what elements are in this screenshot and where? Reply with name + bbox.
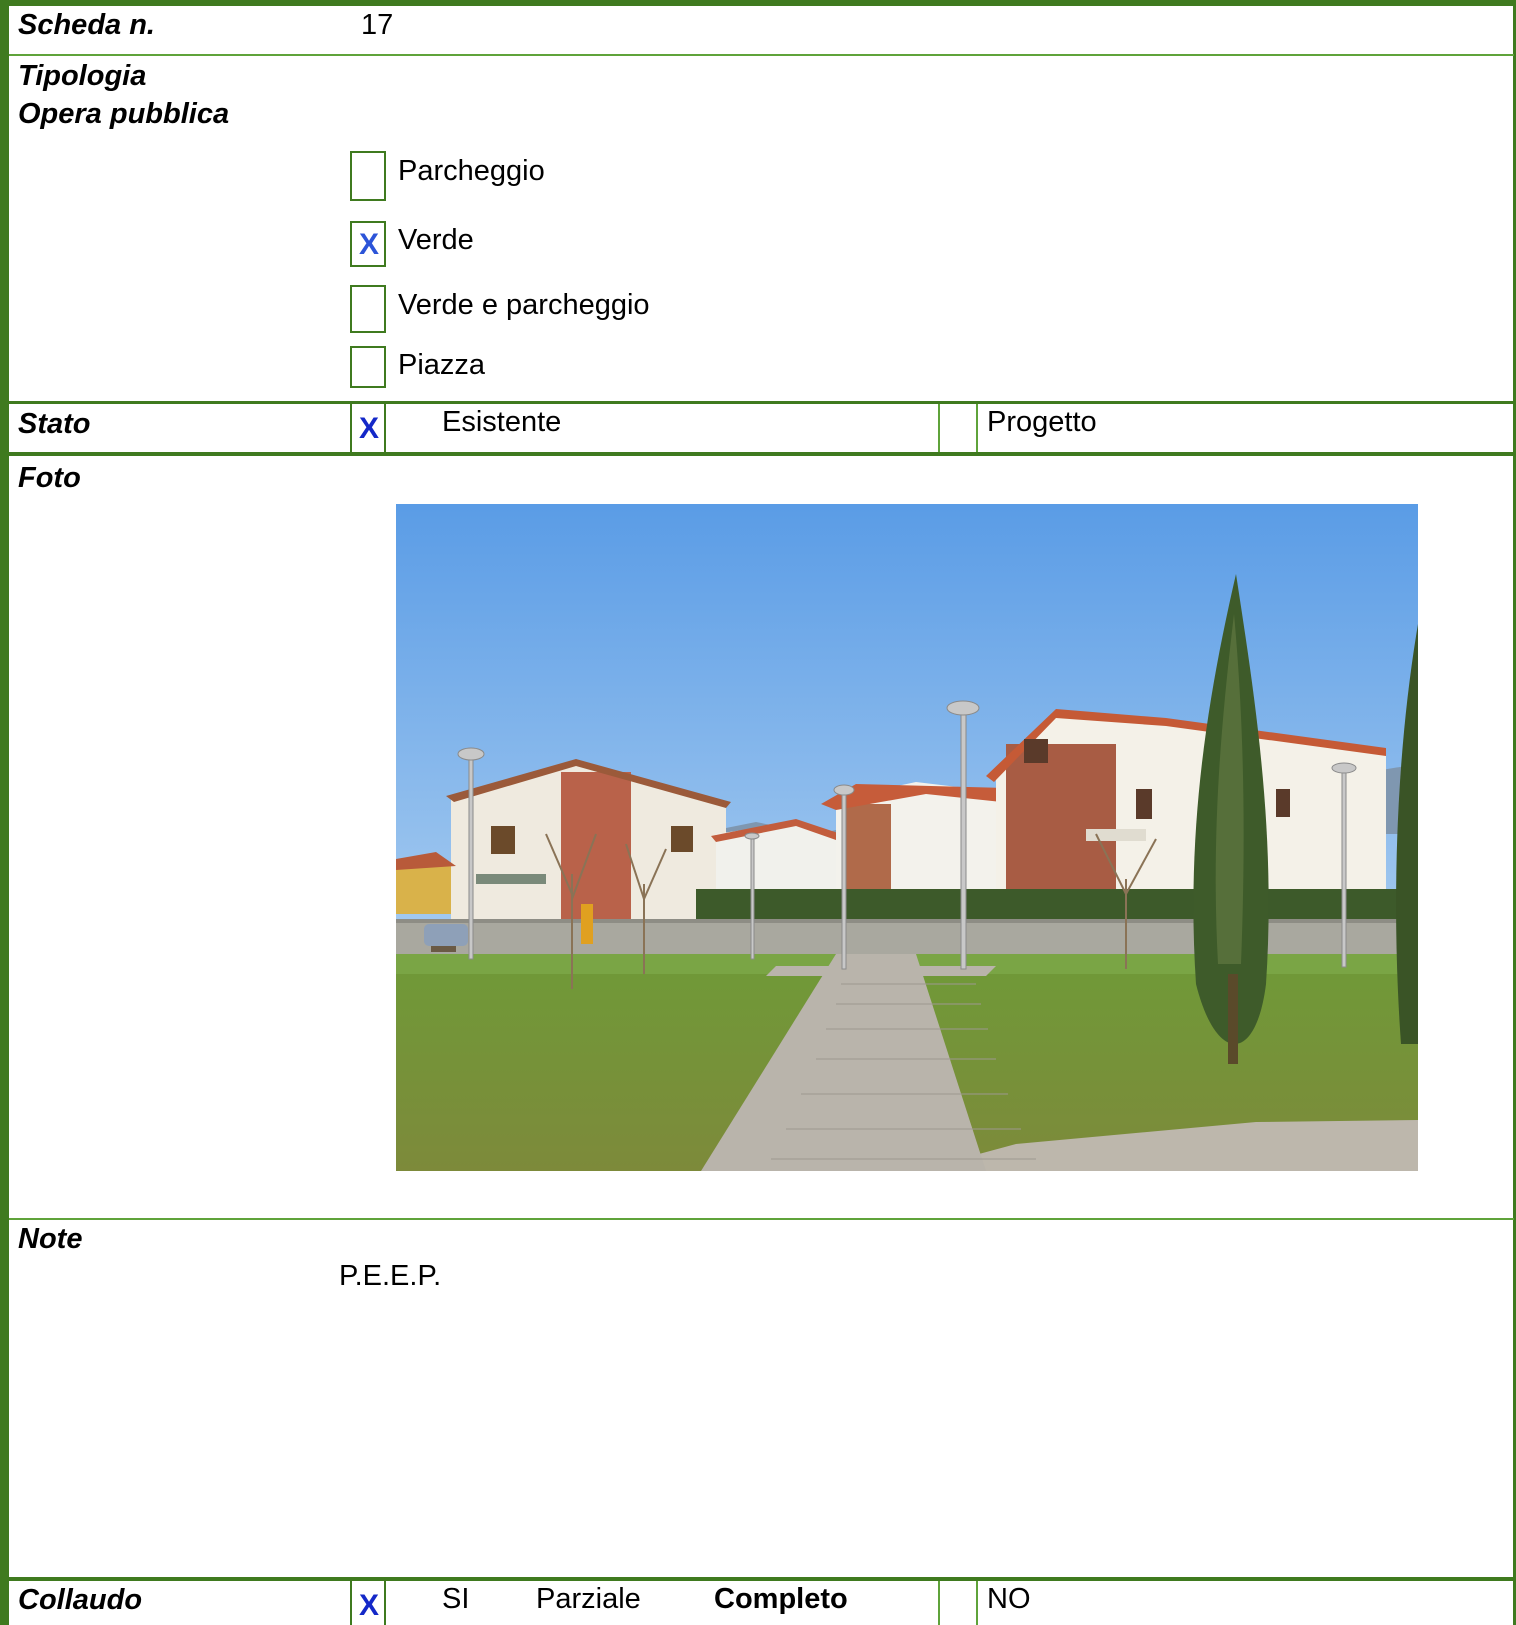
scheda-number: 17 (361, 9, 394, 41)
foto-label: Foto (18, 462, 81, 494)
note-label: Note (18, 1223, 83, 1255)
collaudo-parziale-label: Parziale (536, 1583, 641, 1615)
note-text: P.E.E.P. (339, 1260, 442, 1292)
verde-label: Verde (398, 224, 474, 256)
collaudo-label: Collaudo (18, 1584, 143, 1616)
border-top (0, 0, 1516, 6)
divider (9, 1577, 1514, 1581)
divider (976, 404, 978, 452)
border-left (0, 0, 9, 1625)
divider (938, 404, 940, 452)
piazza-checkbox[interactable] (350, 346, 386, 388)
collaudo-no-label: NO (987, 1583, 1031, 1615)
scheda-label: Scheda n. (18, 9, 155, 41)
divider (9, 54, 1514, 56)
collaudo-si-label: SI (442, 1583, 470, 1615)
verde-parcheggio-label: Verde e parcheggio (398, 289, 650, 321)
verde-parcheggio-checkbox[interactable] (350, 285, 386, 333)
collaudo-si-checkbox[interactable]: X (350, 1581, 386, 1625)
divider (9, 401, 1514, 404)
esistente-label: Esistente (442, 406, 562, 438)
parcheggio-label: Parcheggio (398, 155, 545, 187)
site-photo (396, 504, 1418, 1171)
stato-label: Stato (18, 408, 91, 440)
verde-checkbox[interactable]: X (350, 221, 386, 267)
parcheggio-checkbox[interactable] (350, 151, 386, 201)
check-mark-icon: X (359, 228, 380, 261)
divider (976, 1581, 978, 1625)
esistente-checkbox[interactable]: X (350, 404, 386, 452)
piazza-label: Piazza (398, 349, 486, 381)
check-mark-icon: X (359, 1589, 380, 1622)
check-mark-icon: X (359, 412, 380, 445)
divider (938, 1581, 940, 1625)
progetto-label: Progetto (987, 406, 1097, 438)
divider (9, 1218, 1514, 1220)
tipologia-label: Tipologia (18, 60, 147, 92)
collaudo-completo-label: Completo (714, 1583, 848, 1615)
divider (9, 452, 1514, 456)
opera-pubblica-label: Opera pubblica (18, 98, 230, 130)
